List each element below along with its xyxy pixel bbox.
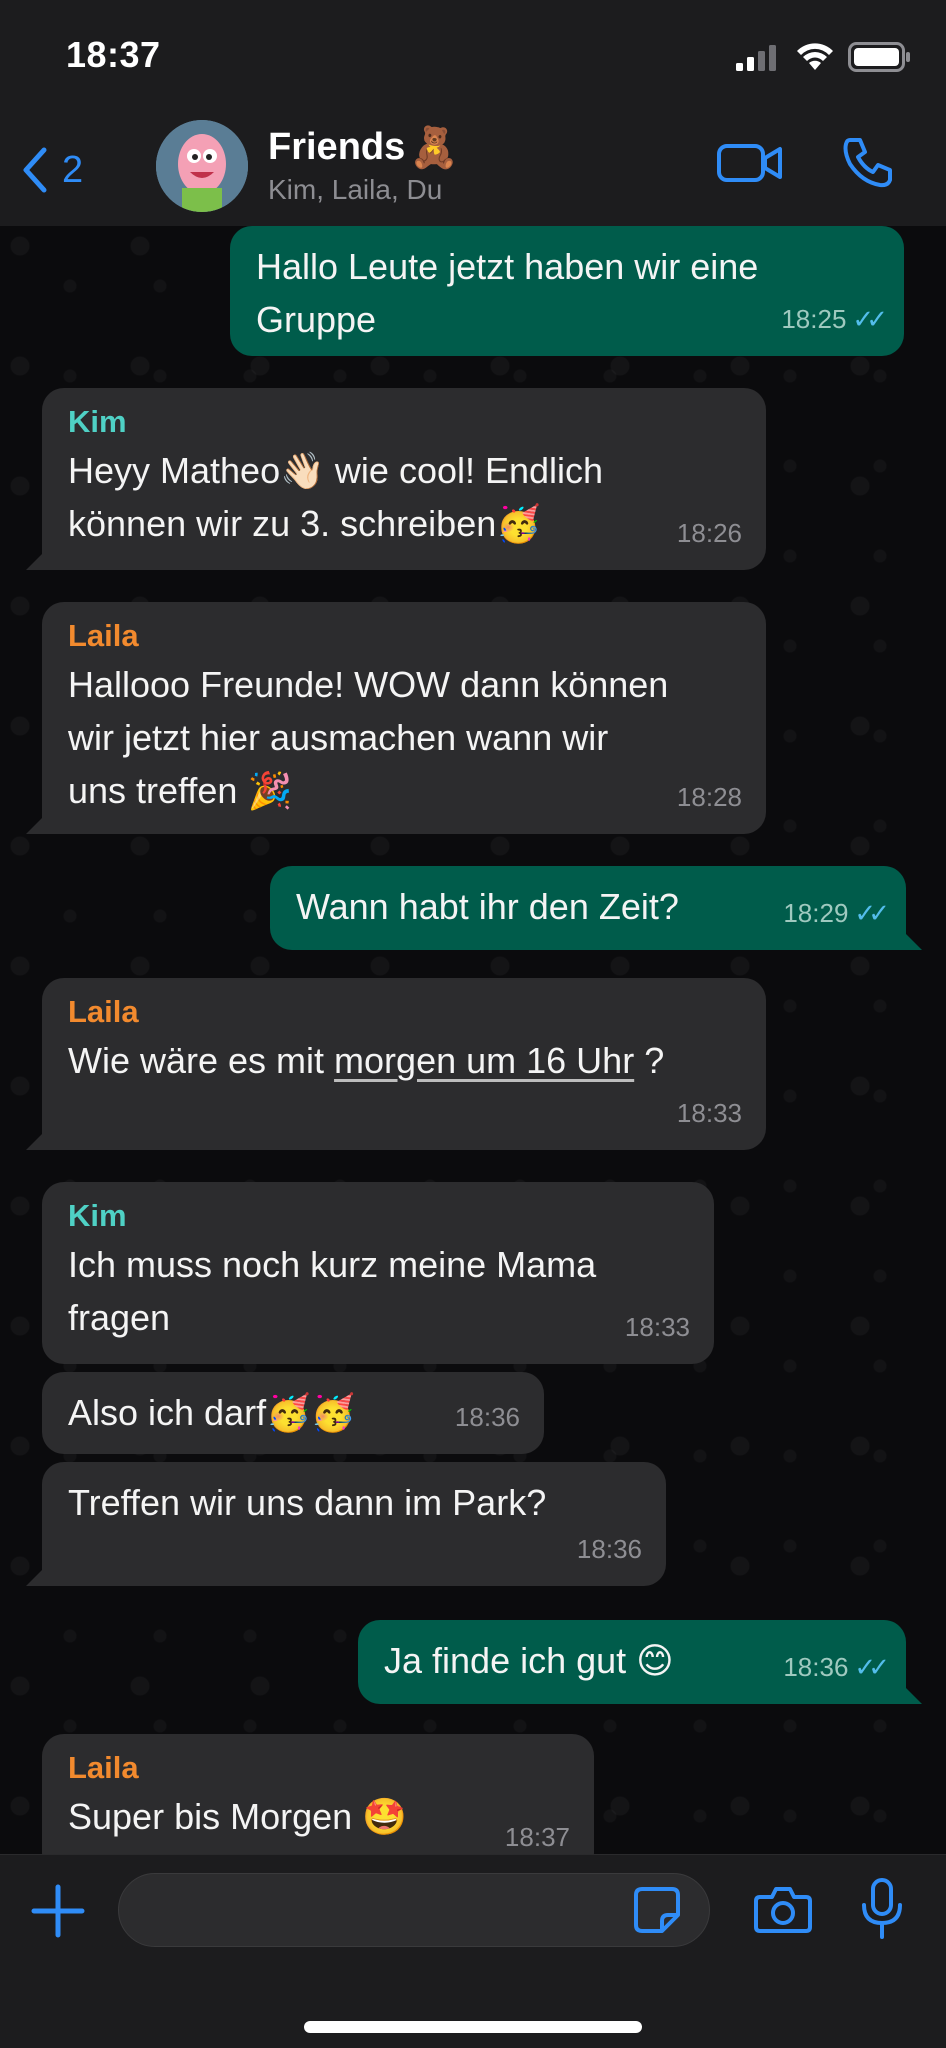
sender-name: Laila xyxy=(68,618,139,653)
message-bubble-outgoing[interactable]: Hallo Leute jetzt haben wir eine Gruppe … xyxy=(230,226,904,356)
message-bubble-outgoing[interactable]: Wann habt ihr den Zeit? 18:29 ✓✓ xyxy=(270,866,922,950)
voice-call-button[interactable] xyxy=(840,134,896,195)
composer-bar xyxy=(0,1854,946,2048)
message-text: Treffen wir uns dann im Park? xyxy=(68,1482,547,1523)
read-receipt-icon: ✓✓ xyxy=(854,1652,889,1682)
battery-icon xyxy=(848,42,910,72)
message-time: 18:28 xyxy=(676,782,742,812)
sender-name: Laila xyxy=(68,994,139,1029)
message-time: 18:33 xyxy=(624,1312,690,1342)
message-bubble-incoming[interactable]: Laila Super bis Morgen 🤩 18:37 xyxy=(42,1734,594,1854)
message-time: 18:26 xyxy=(676,518,742,548)
status-time: 18:37 xyxy=(66,34,161,75)
read-receipt-icon: ✓✓ xyxy=(852,304,887,334)
message-bubble-incoming[interactable]: Treffen wir uns dann im Park? 18:36 xyxy=(26,1462,666,1586)
wifi-icon xyxy=(797,43,833,70)
message-time: 18:29 xyxy=(783,898,849,928)
date-link[interactable]: morgen um 16 Uhr xyxy=(334,1040,634,1081)
message-time: 18:25 xyxy=(781,304,847,334)
cellular-signal-icon xyxy=(736,45,776,71)
group-avatar[interactable] xyxy=(156,120,248,212)
whatsapp-chat-screen: 18:37 2 Friends 🧸 Kim, Laila, Du Hallo L… xyxy=(0,0,946,2048)
message-text: Ich muss noch kurz meine Mama fragen xyxy=(68,1244,597,1338)
message-meta: 18:26 xyxy=(677,507,742,560)
microphone-button[interactable] xyxy=(858,1877,906,1946)
message-text: Wie wäre es mit morgen um 16 Uhr ? xyxy=(68,1034,740,1087)
read-receipt-icon: ✓✓ xyxy=(854,898,889,928)
avatar-image xyxy=(156,120,248,212)
home-indicator[interactable] xyxy=(304,2021,642,2033)
video-call-button[interactable] xyxy=(716,138,784,193)
message-meta: 18:29 ✓✓ xyxy=(783,887,890,940)
plus-icon xyxy=(31,1884,85,1938)
camera-button[interactable] xyxy=(754,1883,812,1940)
sticker-button[interactable] xyxy=(632,1885,682,1940)
message-bubble-outgoing[interactable]: Ja finde ich gut 😊 18:36 ✓✓ xyxy=(358,1620,922,1704)
phone-icon xyxy=(843,138,892,188)
unread-count: 2 xyxy=(62,148,84,191)
message-time: 18:36 xyxy=(576,1534,642,1564)
message-bubble-incoming[interactable]: Kim Ich muss noch kurz meine Mama fragen… xyxy=(42,1182,714,1364)
teddy-bear-emoji: 🧸 xyxy=(409,126,460,170)
message-bubble-incoming[interactable]: Kim Heyy Matheo👋🏻 wie cool! Endlich könn… xyxy=(26,388,766,570)
chevron-left-icon xyxy=(23,147,47,193)
message-bubble-incoming[interactable]: Laila Hallooo Freunde! WOW dann können w… xyxy=(26,602,766,834)
message-meta: 18:37 xyxy=(505,1811,570,1854)
message-text: Also ich darf🥳🥳 xyxy=(68,1392,356,1433)
sender-name: Kim xyxy=(68,1198,127,1233)
message-meta: 18:33 xyxy=(625,1301,690,1354)
chat-title[interactable]: Friends 🧸 xyxy=(268,124,459,171)
video-camera-icon xyxy=(717,144,782,182)
chat-participants: Kim, Laila, Du xyxy=(268,174,443,205)
message-time: 18:36 xyxy=(454,1402,520,1432)
status-icons xyxy=(734,42,912,72)
message-meta: 18:25 ✓✓ xyxy=(781,293,888,346)
message-text-part: Wie wäre es mit xyxy=(68,1040,335,1081)
sender-name: Kim xyxy=(68,404,127,439)
status-bar: 18:37 xyxy=(0,0,946,118)
message-text: Super bis Morgen 🤩 xyxy=(68,1796,407,1837)
message-text-part: ? xyxy=(634,1040,665,1081)
attach-button[interactable] xyxy=(30,1883,86,1944)
message-meta: 18:36 xyxy=(455,1391,520,1444)
back-button[interactable]: 2 xyxy=(20,146,83,194)
message-time: 18:33 xyxy=(676,1098,742,1128)
message-meta: 18:28 xyxy=(677,771,742,824)
message-meta: 18:36 ✓✓ xyxy=(783,1641,890,1694)
chat-title-text: Friends xyxy=(268,126,406,168)
message-input[interactable] xyxy=(118,1873,710,1947)
message-meta: 18:33 xyxy=(677,1087,742,1140)
sticker-icon xyxy=(634,1887,680,1933)
message-bubble-incoming[interactable]: Laila Wie wäre es mit morgen um 16 Uhr ?… xyxy=(26,978,766,1150)
microphone-icon xyxy=(862,1878,902,1939)
message-time: 18:37 xyxy=(504,1822,570,1852)
sender-name: Laila xyxy=(68,1750,139,1785)
message-bubble-incoming[interactable]: Also ich darf🥳🥳 18:36 xyxy=(42,1372,544,1454)
message-text: Hallooo Freunde! WOW dann können wir jet… xyxy=(68,664,669,811)
camera-icon xyxy=(754,1887,812,1933)
message-text: Heyy Matheo👋🏻 wie cool! Endlich können w… xyxy=(68,450,604,544)
message-meta: 18:36 xyxy=(577,1523,642,1576)
message-list[interactable]: Hallo Leute jetzt haben wir eine Gruppe … xyxy=(0,226,946,1854)
message-time: 18:36 xyxy=(783,1652,849,1682)
chat-header: 2 Friends 🧸 Kim, Laila, Du xyxy=(0,118,946,227)
